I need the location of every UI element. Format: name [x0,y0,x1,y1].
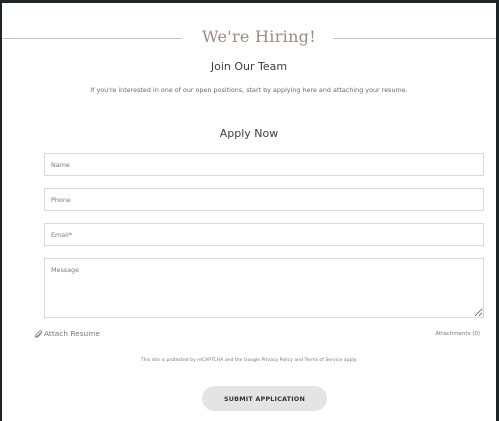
header-rule-left [2,38,182,39]
recaptcha-notice: This site is protected by reCAPTCHA and … [140,358,358,363]
submit-application-button[interactable]: SUBMIT APPLICATION [202,386,327,411]
attachments-count: Attachments (0) [435,331,480,337]
hiring-header: We're Hiring! [2,23,496,51]
attach-resume-button[interactable]: Attach Resume [34,328,100,340]
intro-text: If you're interested in one of our open … [90,86,408,94]
header-rule-right [333,38,496,39]
page-title: We're Hiring! [202,27,316,46]
name-field[interactable] [44,153,484,176]
email-field[interactable] [44,223,484,246]
section-heading-join: Join Our Team [210,60,288,73]
form-heading: Apply Now [219,127,279,140]
paperclip-icon [34,329,43,339]
phone-field[interactable] [44,188,484,211]
message-field[interactable] [44,258,484,318]
hiring-form-panel: We're Hiring! Join Our Team If you're in… [0,0,499,421]
attach-resume-label: Attach Resume [44,329,100,338]
